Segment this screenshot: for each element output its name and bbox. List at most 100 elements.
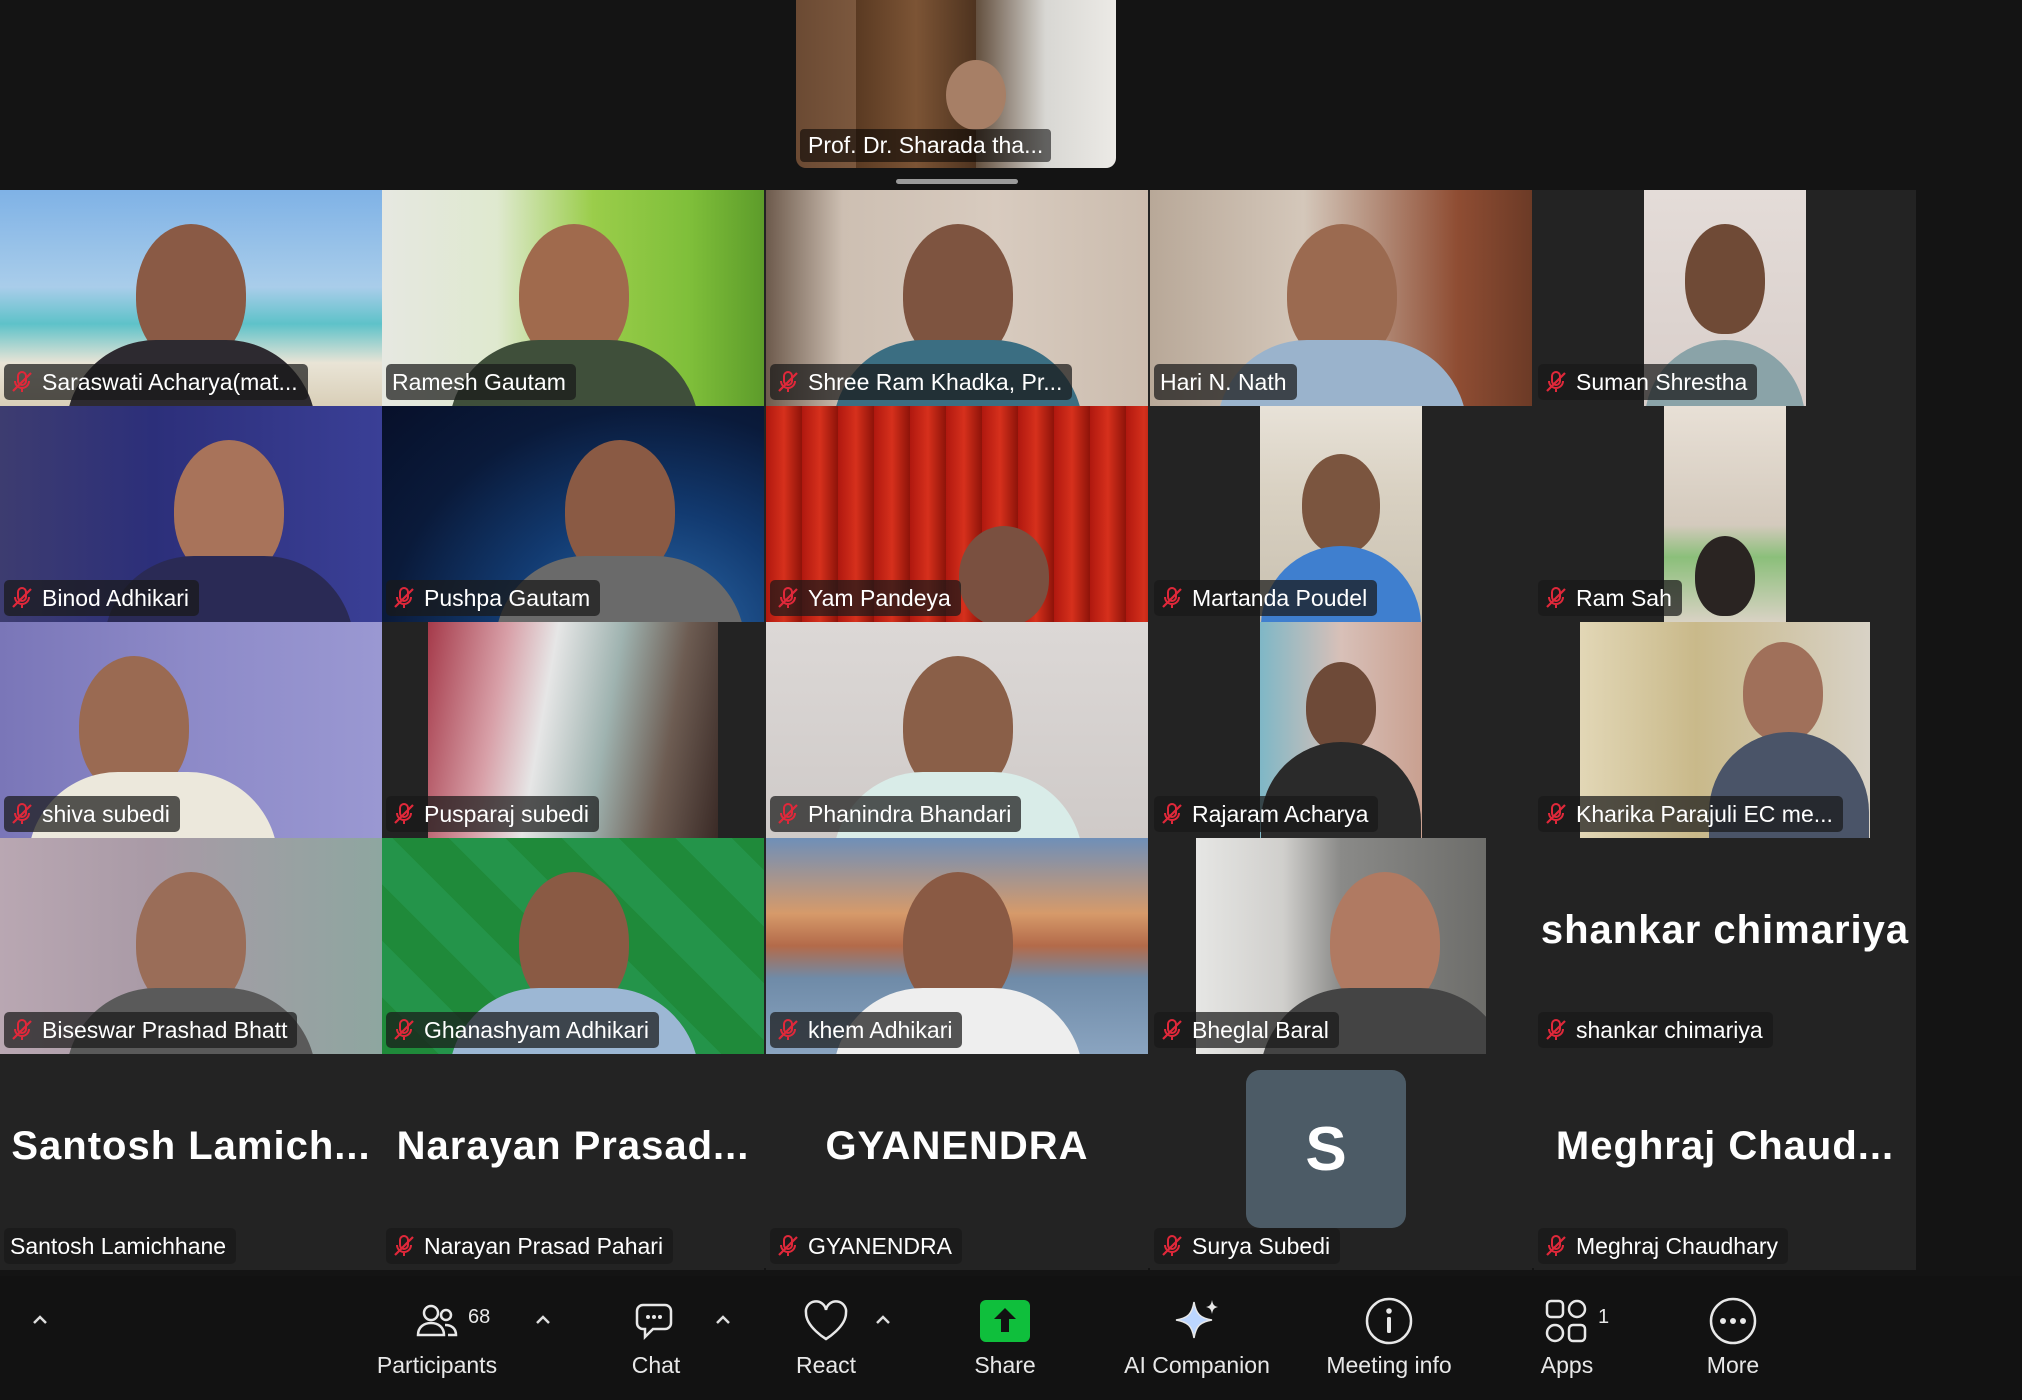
participant-name: shiva subedi (42, 800, 170, 827)
participant-name-tag: Martanda Poudel (1154, 580, 1378, 616)
participant-tile[interactable]: Martanda Poudel (1150, 406, 1532, 622)
participant-tile[interactable]: Yam Pandeya (766, 406, 1148, 622)
participant-display-name: Santosh Lamich... (11, 1124, 371, 1168)
mic-muted-icon (778, 1019, 798, 1040)
participant-name: Surya Subedi (1192, 1232, 1331, 1259)
participant-tile[interactable]: Ghanashyam Adhikari (382, 838, 764, 1054)
ai-companion-button[interactable]: AI Companion (1112, 1294, 1282, 1394)
participant-tile[interactable]: S Surya Subedi (1150, 1054, 1532, 1270)
participant-tile[interactable]: Pusparaj subedi (382, 622, 764, 838)
participant-name-tag: Ramesh Gautam (386, 364, 576, 400)
participant-tile[interactable]: Kharika Parajuli EC me... (1534, 622, 1916, 838)
mic-muted-icon (12, 1019, 32, 1040)
participant-tile[interactable]: khem Adhikari (766, 838, 1148, 1054)
participant-tile[interactable]: Rajaram Acharya (1150, 622, 1532, 838)
participant-name-tag: Suman Shrestha (1538, 364, 1758, 400)
participant-tile[interactable]: Suman Shrestha (1534, 190, 1916, 406)
share-button[interactable]: Share (920, 1294, 1090, 1394)
participant-tile[interactable]: Pushpa Gautam (382, 406, 764, 622)
participant-name-tag: shiva subedi (4, 796, 180, 832)
active-speaker-video[interactable]: Prof. Dr. Sharada tha... (796, 0, 1116, 168)
meeting-toolbar: Participants 68 Chat React Share AI Comp… (0, 1276, 2022, 1400)
mic-muted-icon (1162, 803, 1182, 824)
participant-name: Phanindra Bhandari (808, 800, 1012, 827)
participant-name-tag: Meghraj Chaudhary (1538, 1228, 1789, 1264)
participant-display-name: Meghraj Chaud... (1555, 1124, 1895, 1168)
mic-muted-icon (1162, 1019, 1182, 1040)
chevron-up-icon[interactable] (531, 1308, 555, 1332)
participant-tile[interactable]: Ramesh Gautam (382, 190, 764, 406)
participant-name: Ghanashyam Adhikari (424, 1016, 650, 1043)
more-label: More (1706, 1352, 1760, 1378)
more-button[interactable]: More (1648, 1294, 1818, 1394)
mic-muted-icon (778, 1235, 798, 1256)
participant-name: Biseswar Prashad Bhatt (42, 1016, 288, 1043)
participant-tile[interactable]: Bheglal Baral (1150, 838, 1532, 1054)
share-screen-icon (980, 1300, 1030, 1342)
more-icon (1709, 1297, 1757, 1345)
participant-name-tag: Shree Ram Khadka, Pr... (770, 364, 1073, 400)
mic-muted-icon (1546, 371, 1566, 392)
react-label: React (795, 1352, 857, 1378)
participant-tile[interactable]: Biseswar Prashad Bhatt (0, 838, 382, 1054)
participant-tile[interactable]: GYANENDRA GYANENDRA (766, 1054, 1148, 1270)
participant-tile[interactable]: Ram Sah (1534, 406, 1916, 622)
participant-tile[interactable]: Narayan Prasad... Narayan Prasad Pahari (382, 1054, 764, 1270)
participant-name-tag: Hari N. Nath (1154, 364, 1297, 400)
participant-tile[interactable]: Saraswati Acharya(mat... (0, 190, 382, 406)
mic-muted-icon (1546, 1235, 1566, 1256)
chevron-up-icon[interactable] (28, 1308, 52, 1332)
participant-name: Suman Shrestha (1576, 368, 1748, 395)
participant-avatar: S (1246, 1070, 1406, 1228)
ai-companion-label: AI Companion (1124, 1352, 1270, 1378)
participant-name: Binod Adhikari (42, 584, 190, 611)
participant-name-tag: Saraswati Acharya(mat... (4, 364, 308, 400)
chat-icon (635, 1303, 673, 1341)
participant-tile[interactable]: Binod Adhikari (0, 406, 382, 622)
participant-name-tag: Kharika Parajuli EC me... (1538, 796, 1843, 832)
participant-tile[interactable]: Hari N. Nath (1150, 190, 1532, 406)
participant-tile[interactable]: Meghraj Chaud... Meghraj Chaudhary (1534, 1054, 1916, 1270)
participant-name-tag: Narayan Prasad Pahari (386, 1228, 674, 1264)
heart-icon (804, 1300, 848, 1341)
participant-name-tag: Surya Subedi (1154, 1228, 1341, 1264)
participant-tile[interactable]: Shree Ram Khadka, Pr... (766, 190, 1148, 406)
participant-name-tag: Yam Pandeya (770, 580, 961, 616)
participant-name: Ram Sah (1576, 584, 1672, 611)
mic-muted-icon (778, 803, 798, 824)
participant-name-tag: khem Adhikari (770, 1012, 963, 1048)
participant-name-tag: Pushpa Gautam (386, 580, 601, 616)
participant-name-tag: Ghanashyam Adhikari (386, 1012, 660, 1048)
mic-muted-icon (778, 587, 798, 608)
participant-name: Saraswati Acharya(mat... (42, 368, 298, 395)
gallery-view: Saraswati Acharya(mat... Ramesh Gautam S… (0, 190, 1916, 1270)
participant-name: Ramesh Gautam (392, 368, 566, 395)
participant-name-tag: Rajaram Acharya (1154, 796, 1379, 832)
participant-tile[interactable]: Phanindra Bhandari (766, 622, 1148, 838)
participant-name: shankar chimariya (1576, 1016, 1763, 1043)
speaker-face (946, 60, 1006, 130)
participant-name: Santosh Lamichhane (10, 1232, 227, 1259)
speaker-strip-scroll-indicator[interactable] (896, 179, 1018, 184)
chevron-up-icon[interactable] (711, 1308, 735, 1332)
apps-icon (1545, 1299, 1587, 1343)
chevron-up-icon[interactable] (871, 1308, 895, 1332)
chat-label: Chat (631, 1352, 681, 1378)
participant-name: Shree Ram Khadka, Pr... (808, 368, 1063, 395)
participant-name: Martanda Poudel (1192, 584, 1368, 611)
participant-tile[interactable]: shankar chimariya shankar chimariya (1534, 838, 1916, 1054)
mic-muted-icon (394, 1235, 414, 1256)
apps-button[interactable]: Apps (1482, 1294, 1652, 1394)
mic-muted-icon (394, 587, 414, 608)
participant-name: Bheglal Baral (1192, 1016, 1329, 1043)
participant-name: Pusparaj subedi (424, 800, 589, 827)
meeting-info-button[interactable]: Meeting info (1304, 1294, 1474, 1394)
participant-name: Pushpa Gautam (424, 584, 591, 611)
participant-tile[interactable]: shiva subedi (0, 622, 382, 838)
sparkle-icon (1175, 1300, 1218, 1339)
participants-button[interactable]: Participants (352, 1294, 522, 1394)
participant-display-name: Narayan Prasad... (396, 1124, 750, 1168)
participant-name-tag: Santosh Lamichhane (4, 1228, 237, 1264)
mic-muted-icon (12, 587, 32, 608)
participant-tile[interactable]: Santosh Lamich... Santosh Lamichhane (0, 1054, 382, 1270)
